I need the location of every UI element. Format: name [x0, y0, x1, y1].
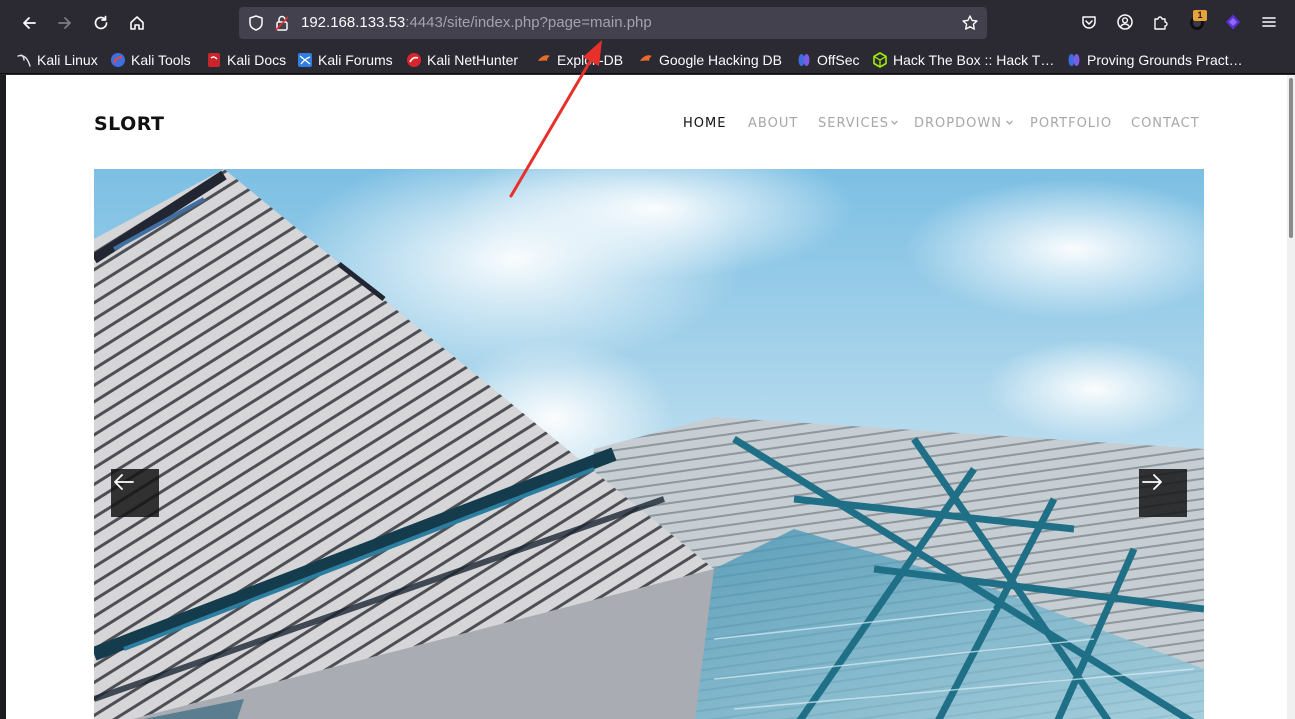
chevron-down-icon[interactable] — [1005, 118, 1014, 127]
home-button[interactable] — [123, 9, 151, 37]
hamburger-menu-icon — [1262, 17, 1276, 27]
arrow-right-icon — [1142, 474, 1162, 490]
nethunter-icon — [407, 53, 421, 67]
hackthebox-icon — [873, 52, 887, 68]
nav-dropdown[interactable]: DROPDOWN — [914, 116, 1002, 131]
hero-image — [94, 169, 1204, 719]
home-icon — [130, 16, 144, 30]
bookmark-label: OffSec — [817, 52, 860, 68]
forward-arrow-icon — [58, 17, 71, 29]
shield-icon[interactable] — [247, 14, 265, 32]
forward-button[interactable] — [51, 9, 79, 37]
account-button[interactable] — [1114, 11, 1136, 33]
offsec-icon — [798, 54, 810, 66]
scrollbar-thumb[interactable] — [1289, 78, 1293, 238]
bookmark-label: Kali NetHunter — [427, 52, 519, 68]
browser-toolbar: 192.168.133.53:4443/site/index.php?page=… — [0, 0, 1295, 46]
reload-icon — [94, 15, 108, 30]
puzzle-icon — [1154, 16, 1168, 30]
url-text[interactable]: 192.168.133.53:4443/site/index.php?page=… — [301, 14, 652, 31]
proving-grounds-icon — [1068, 54, 1080, 66]
back-button[interactable] — [15, 9, 43, 37]
url-path: :4443/site/index.php?page=main.php — [405, 14, 652, 31]
extension-badge: 1 — [1193, 10, 1207, 21]
kali-dragon-icon — [17, 54, 31, 67]
kali-forums-icon — [298, 53, 312, 67]
bookmark-kali-tools[interactable]: Kali Tools — [110, 50, 191, 70]
bookmark-offsec[interactable]: OffSec — [796, 50, 860, 70]
bookmark-label: Hack The Box :: Hack T… — [893, 52, 1055, 68]
bookmark-kali-docs[interactable]: Kali Docs — [206, 50, 286, 70]
extensions-button[interactable] — [1150, 11, 1172, 33]
bookmark-exploit-db[interactable]: Exploit-DB — [536, 50, 623, 70]
address-bar[interactable]: 192.168.133.53:4443/site/index.php?page=… — [239, 7, 987, 39]
account-icon — [1117, 14, 1133, 30]
menu-button[interactable] — [1258, 11, 1280, 33]
bookmark-kali-linux[interactable]: Kali Linux — [16, 50, 98, 70]
nav-services[interactable]: SERVICES — [818, 116, 889, 131]
back-arrow-icon — [23, 17, 36, 29]
purple-cube-icon — [1226, 14, 1240, 30]
bookmark-label: Google Hacking DB — [659, 52, 782, 68]
bookmark-label: Kali Docs — [227, 52, 287, 68]
slider-next-button[interactable] — [1139, 469, 1187, 517]
exploit-db-icon — [538, 55, 550, 61]
nav-portfolio[interactable]: PORTFOLIO — [1030, 116, 1112, 131]
site-logo[interactable]: SLORT — [94, 113, 165, 135]
nav-home[interactable]: HOME — [683, 116, 726, 131]
page-scrollbar[interactable] — [1287, 75, 1295, 719]
chevron-down-icon[interactable] — [890, 118, 899, 127]
pocket-icon — [1082, 16, 1096, 29]
page-viewport: SLORT HOME ABOUT SERVICES DROPDOWN PORTF… — [6, 75, 1287, 719]
insecure-lock-icon[interactable] — [273, 14, 291, 32]
hero-slider — [94, 169, 1204, 719]
url-host: 192.168.133.53 — [301, 14, 406, 31]
bookmark-kali-nethunter[interactable]: Kali NetHunter — [406, 50, 518, 70]
bookmark-label: Proving Grounds Pract… — [1087, 52, 1243, 68]
bookmark-label: Exploit-DB — [557, 52, 624, 68]
bookmark-star-icon[interactable] — [961, 14, 979, 32]
bookmark-label: Kali Linux — [37, 52, 98, 68]
slider-prev-button[interactable] — [111, 469, 159, 517]
nav-about[interactable]: ABOUT — [748, 116, 798, 131]
bookmark-proving-grounds[interactable]: Proving Grounds Pract… — [1066, 50, 1243, 70]
pocket-button[interactable] — [1078, 11, 1100, 33]
ghdb-icon — [640, 55, 652, 61]
bookmark-google-hacking-db[interactable]: Google Hacking DB — [638, 50, 782, 70]
bookmark-hack-the-box[interactable]: Hack The Box :: Hack T… — [872, 50, 1054, 70]
kali-tools-icon — [111, 53, 125, 67]
bookmarks-toolbar: Kali Linux Kali Tools Kali Docs Kali For… — [0, 46, 1295, 74]
arrow-left-icon — [114, 474, 134, 490]
bookmark-label: Kali Tools — [131, 52, 191, 68]
bookmark-kali-forums[interactable]: Kali Forums — [297, 50, 393, 70]
extension-purple-button[interactable] — [1222, 11, 1244, 33]
kali-docs-icon — [208, 53, 220, 67]
bookmark-label: Kali Forums — [318, 52, 393, 68]
nav-contact[interactable]: CONTACT — [1131, 116, 1200, 131]
reload-button[interactable] — [87, 9, 115, 37]
